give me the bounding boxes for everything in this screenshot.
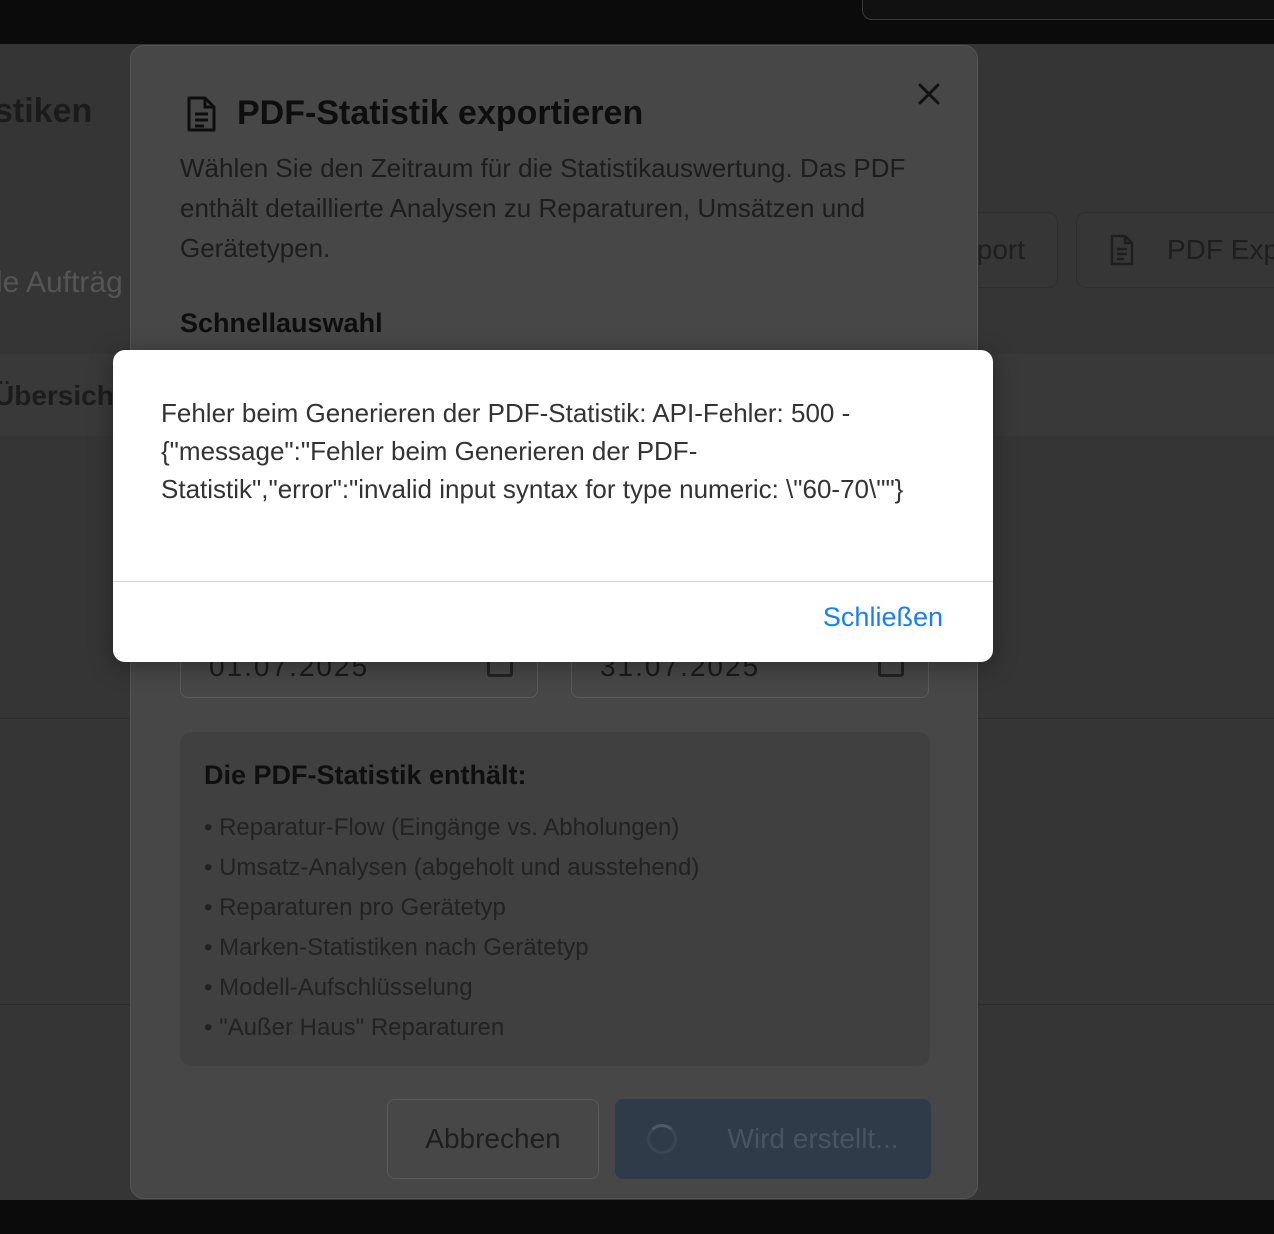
dialog-title: PDF-Statistik exportieren [237, 94, 644, 132]
dialog-title-row: PDF-Statistik exportieren [185, 94, 643, 133]
page-subtitle: le Aufträg [0, 266, 123, 299]
create-pdf-button-label: Wird erstellt... [727, 1123, 899, 1154]
error-alert: Fehler beim Generieren der PDF-Statistik… [113, 350, 993, 662]
list-item: "Außer Haus" Reparaturen [204, 1008, 699, 1048]
dialog-description: Wählen Sie den Zeitraum für die Statisti… [180, 153, 906, 263]
pdf-export-button[interactable]: PDF Exp [1076, 212, 1274, 288]
alert-divider [113, 581, 993, 582]
list-item: Reparaturen pro Gerätetyp [204, 888, 699, 928]
export-button-label: port [976, 234, 1025, 265]
page-title: stiken [0, 92, 93, 130]
document-icon [1110, 234, 1134, 266]
tab-overview[interactable]: Übersicht [0, 380, 123, 412]
loading-spinner-icon [647, 1124, 678, 1154]
pdf-contents-info-box: Die PDF-Statistik enthält: Reparatur-Flo… [180, 732, 930, 1066]
document-icon [187, 96, 216, 131]
quick-select-label: Schnellauswahl [180, 308, 383, 338]
close-icon[interactable] [913, 78, 945, 110]
cancel-button[interactable]: Abbrechen [387, 1099, 599, 1179]
info-heading: Die PDF-Statistik enthält: [204, 760, 527, 790]
list-item: Marken-Statistiken nach Gerätetyp [204, 928, 699, 968]
info-list: Reparatur-Flow (Eingänge vs. Abholungen)… [204, 808, 699, 1048]
error-message: Fehler beim Generieren der PDF-Statistik… [161, 398, 904, 504]
list-item: Reparatur-Flow (Eingänge vs. Abholungen) [204, 808, 699, 848]
create-pdf-button[interactable]: Wird erstellt... [615, 1099, 931, 1179]
pdf-export-button-label: PDF Exp [1167, 234, 1274, 265]
top-search-field[interactable] [862, 0, 1274, 20]
bottom-bar [0, 1200, 1274, 1234]
list-item: Modell-Aufschlüsselung [204, 968, 699, 1008]
close-alert-button[interactable]: Schließen [823, 602, 943, 633]
top-bar [0, 0, 1274, 44]
list-item: Umsatz-Analysen (abgeholt und ausstehend… [204, 848, 699, 888]
